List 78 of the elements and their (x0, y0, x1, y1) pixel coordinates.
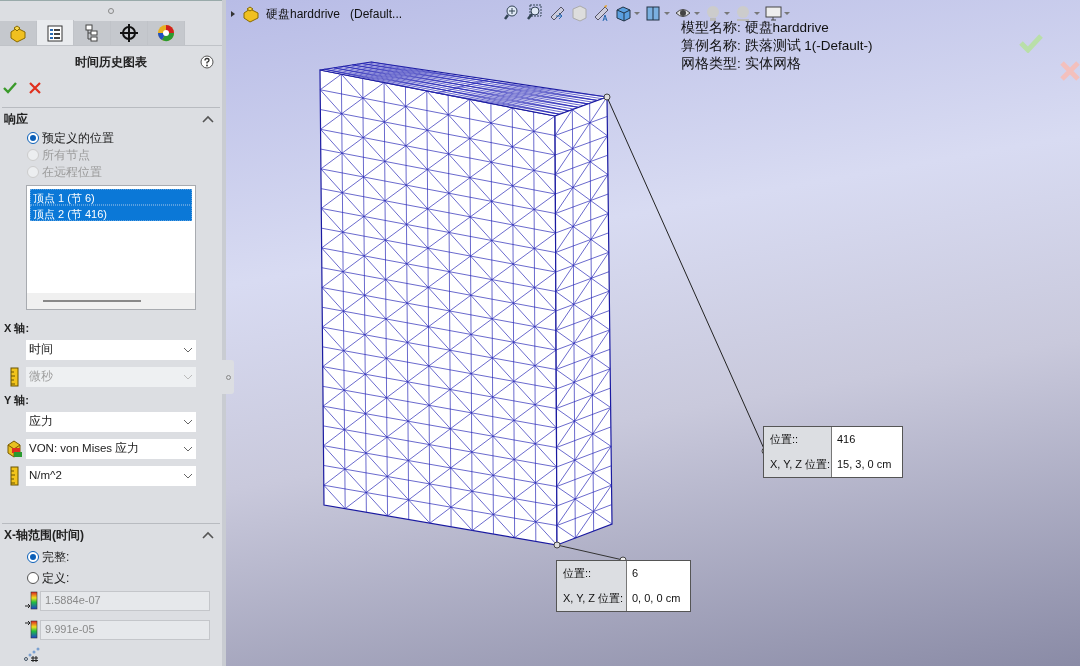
caret-icon (784, 11, 790, 15)
toolbar-button[interactable] (764, 3, 790, 23)
dropdown[interactable]: 时间 (26, 339, 196, 360)
axis-label: X 轴: (3, 320, 31, 336)
chevron-down-icon (183, 346, 193, 353)
check-icon (1019, 33, 1043, 53)
callout-label: 位置:: (764, 427, 832, 452)
chevron-down-icon (183, 418, 193, 425)
check-icon (3, 81, 17, 95)
chevron-up-icon (202, 530, 214, 540)
view-orientation-icon (614, 4, 632, 22)
radio-button[interactable] (27, 571, 39, 584)
radio-label: 所有节点 (42, 146, 90, 164)
collapse-button[interactable] (202, 530, 214, 540)
scrollbar[interactable] (27, 293, 195, 309)
section-title: 响应 (4, 111, 28, 128)
radio-button[interactable] (27, 550, 39, 563)
radio-label: 预定义的位置 (42, 129, 114, 147)
crosshair-icon (119, 23, 139, 43)
result-icon (5, 438, 23, 459)
ruler-icon (9, 465, 19, 486)
caret-icon (664, 11, 670, 15)
close-icon (29, 82, 41, 94)
splitter-handle[interactable] (222, 360, 234, 394)
color-scale-icon (24, 620, 38, 639)
dropdown[interactable]: VON: von Mises 应力 (26, 438, 196, 459)
points-icon[interactable] (24, 646, 40, 663)
collapse-button[interactable] (202, 114, 214, 124)
chevron-down-icon (183, 445, 193, 452)
radio-button[interactable] (27, 131, 39, 144)
list-item[interactable]: 顶点 1 (节 6) (30, 189, 192, 205)
monitor-icon (764, 4, 782, 22)
callout-value: 416 (836, 432, 857, 448)
dropdown[interactable]: N/m^2 (26, 465, 196, 486)
chevron-up-icon (202, 114, 214, 124)
toolbar-button[interactable] (734, 3, 760, 23)
callout-value: 6 (631, 566, 640, 582)
help-icon[interactable] (200, 55, 214, 69)
ok-button[interactable] (3, 81, 17, 95)
list-item[interactable]: 顶点 2 (节 416) (30, 205, 192, 221)
display-style-icon (644, 4, 662, 22)
panel-title: 时间历史图表 (75, 53, 147, 71)
info-text: 模型名称: 硬盘harddrive (681, 19, 830, 37)
part-icon (8, 23, 28, 43)
expand-arrow-icon[interactable] (230, 10, 236, 18)
radio-label: 完整: (42, 548, 70, 566)
callout-label: 位置:: (557, 561, 627, 586)
part-icon (242, 5, 260, 23)
panel-tab[interactable] (37, 20, 74, 45)
zoom-area-icon (526, 4, 544, 22)
callout-value: 15, 3, 0 cm (836, 457, 893, 473)
panel-tab[interactable] (111, 21, 148, 45)
section-title: X-轴范围(时间) (4, 527, 84, 544)
cancel-button[interactable] (29, 82, 41, 94)
panel-tab[interactable] (148, 21, 185, 45)
callout-label: X, Y, Z 位置: (557, 586, 627, 611)
color-scale-icon (24, 591, 38, 610)
model-name[interactable]: 硬盘harddrive (266, 5, 341, 23)
chevron-down-icon (183, 373, 193, 380)
info-text: 网格类型: 实体网格 (681, 55, 802, 73)
dropdown[interactable]: 应力 (26, 411, 196, 432)
caret-icon (634, 11, 640, 15)
radio-label: 在远程位置 (42, 163, 102, 181)
axis-label: Y 轴: (3, 392, 30, 408)
grip-icon[interactable] (107, 6, 115, 15)
info-text: 算例名称: 跌落测试 1(-Default-) (681, 37, 873, 55)
caret-icon (694, 11, 700, 15)
configuration-name[interactable]: (Default... (350, 5, 403, 23)
callout-value: 0, 0, 0 cm (631, 591, 682, 607)
chevron-down-icon (183, 472, 193, 479)
ruler-icon (9, 366, 19, 387)
color-wheel-icon (156, 23, 176, 43)
callout-label: X, Y, Z 位置: (764, 452, 832, 477)
close-icon (1059, 60, 1080, 82)
list-icon (45, 22, 65, 43)
caret-icon (754, 11, 760, 15)
radio-label: 定义: (42, 569, 70, 587)
caret-icon (724, 11, 730, 15)
